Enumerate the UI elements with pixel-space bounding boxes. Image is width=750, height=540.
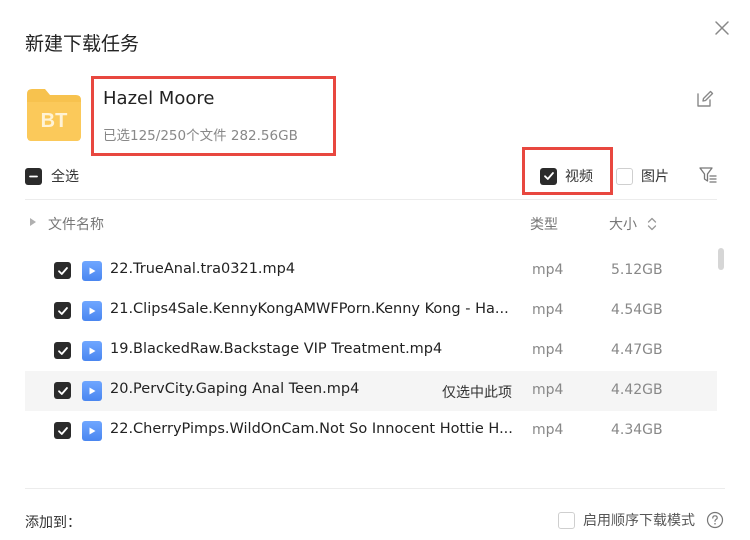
column-header-size[interactable]: 大小	[609, 214, 637, 234]
annotation-box-task	[91, 76, 336, 156]
filter-image-checkbox[interactable]: 图片	[616, 166, 669, 186]
unchecked-box-icon	[616, 167, 633, 185]
file-name: 22.CherryPimps.WildOnCam.Not So Innocent…	[110, 421, 513, 437]
file-size: 4.34GB	[611, 422, 663, 438]
file-row-hovered[interactable]: 20.PervCity.Gaping Anal Teen.mp4 仅选中此项 m…	[25, 371, 717, 411]
column-header-name[interactable]: 文件名称	[48, 214, 104, 234]
file-row[interactable]: 22.TrueAnal.tra0321.mp4 mp4 5.12GB	[25, 251, 717, 291]
dialog-title: 新建下载任务	[25, 33, 140, 55]
file-size: 4.54GB	[611, 302, 663, 318]
select-all-checkbox[interactable]: 全选	[25, 166, 79, 186]
video-file-icon	[82, 381, 102, 401]
file-type: mp4	[532, 382, 564, 398]
file-type: mp4	[532, 262, 564, 278]
row-checkbox[interactable]	[54, 302, 71, 319]
file-size: 5.12GB	[611, 262, 663, 278]
row-checkbox[interactable]	[54, 262, 71, 279]
select-only-this-link[interactable]: 仅选中此项	[442, 382, 512, 402]
file-row[interactable]: 19.BlackedRaw.Backstage VIP Treatment.mp…	[25, 331, 717, 371]
filter-image-label: 图片	[641, 169, 669, 185]
file-type: mp4	[532, 302, 564, 318]
file-size: 4.42GB	[611, 382, 663, 398]
sort-icon[interactable]	[646, 216, 658, 232]
column-header-type[interactable]: 类型	[530, 214, 558, 234]
file-name: 21.Clips4Sale.KennyKongAMWFPorn.Kenny Ko…	[110, 301, 509, 317]
unchecked-box-icon	[558, 511, 575, 529]
file-size: 4.47GB	[611, 342, 663, 358]
row-checkbox[interactable]	[54, 382, 71, 399]
file-name: 19.BlackedRaw.Backstage VIP Treatment.mp…	[110, 341, 443, 357]
divider	[25, 199, 717, 200]
edit-name-button[interactable]	[694, 88, 716, 110]
close-icon	[715, 21, 729, 35]
add-to-label: 添加到：	[25, 515, 81, 531]
video-file-icon	[82, 341, 102, 361]
video-file-icon	[82, 301, 102, 321]
footer-divider	[25, 488, 725, 489]
partial-check-icon	[25, 167, 42, 185]
sequential-download-label: 启用顺序下载模式	[583, 513, 695, 529]
video-file-icon	[82, 261, 102, 281]
file-type: mp4	[532, 422, 564, 438]
file-row[interactable]: 22.CherryPimps.WildOnCam.Not So Innocent…	[25, 411, 717, 451]
annotation-box-video	[522, 147, 613, 195]
expand-triangle-icon[interactable]	[30, 218, 36, 226]
filter-button[interactable]	[698, 165, 718, 185]
filter-icon	[699, 167, 717, 183]
file-row[interactable]: 21.Clips4Sale.KennyKongAMWFPorn.Kenny Ko…	[25, 291, 717, 331]
sequential-download-checkbox[interactable]: 启用顺序下载模式	[558, 510, 695, 530]
file-name: 20.PervCity.Gaping Anal Teen.mp4	[110, 381, 360, 397]
edit-icon	[697, 90, 714, 107]
scrollbar-thumb[interactable]	[718, 248, 724, 270]
new-download-dialog: 新建下载任务 BT Hazel Moore 已选125/250个文件 282.5…	[0, 0, 750, 540]
select-all-label: 全选	[51, 169, 79, 185]
row-checkbox[interactable]	[54, 342, 71, 359]
file-name: 22.TrueAnal.tra0321.mp4	[110, 261, 296, 277]
bt-label: BT	[41, 110, 68, 132]
row-checkbox[interactable]	[54, 422, 71, 439]
bt-folder-icon: BT	[25, 86, 83, 142]
file-type: mp4	[532, 342, 564, 358]
video-file-icon	[82, 421, 102, 441]
close-button[interactable]	[711, 17, 733, 39]
help-icon[interactable]	[706, 511, 724, 529]
